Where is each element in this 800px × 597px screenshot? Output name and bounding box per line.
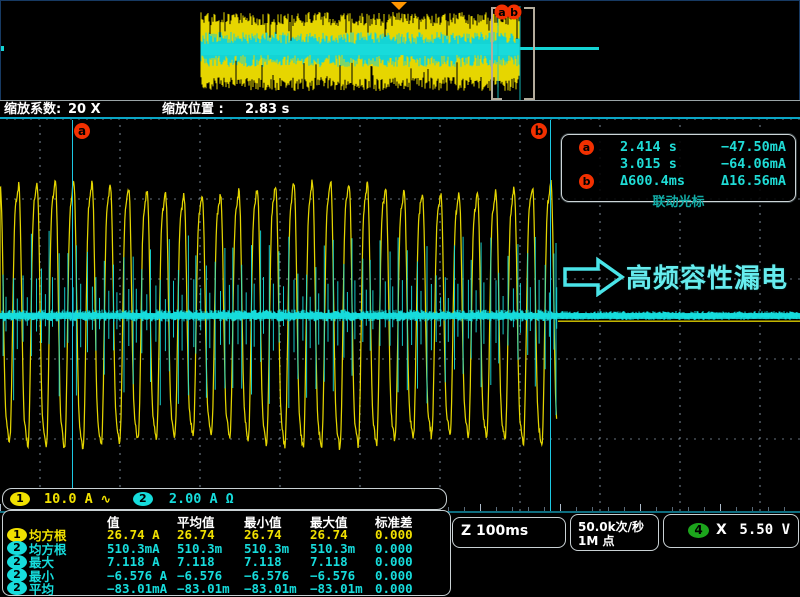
measurement-table: 值 平均值 最小值 最大值 标准差 1 均方根 26.74 A 26.74 26…	[2, 510, 451, 596]
measurement-mean: −83.01m	[177, 581, 244, 596]
measurement-row: 2 平均 −83.01mA −83.01m −83.01m −83.01m 0.…	[3, 579, 450, 592]
ch2-badge[interactable]: 2	[133, 492, 153, 506]
overview-marker-a-label: a	[498, 6, 505, 19]
ch2-scale: 2.00 A	[169, 491, 218, 507]
overview-zoom-window[interactable]: b a	[1, 1, 800, 100]
cursor-b-line[interactable]	[550, 120, 551, 511]
cursor-readout-panel: a 2.414 s −47.50mA 3.015 s −64.06mA b Δ6…	[561, 134, 796, 202]
cursor-b-value: −64.06mA	[721, 156, 786, 172]
cursor-readout-a-badge: a	[579, 140, 594, 155]
trigger-level-value: 5.50 V	[739, 522, 790, 538]
cursor-delta-time: Δ600.4ms	[620, 173, 685, 189]
cursor-readout-b-badge: b	[579, 174, 594, 189]
linked-cursors-label: 联动光标	[562, 191, 795, 210]
cursor-a-line[interactable]	[72, 120, 73, 511]
measurement-channel-badge: 2	[7, 581, 27, 595]
zoom-info-bar: 缩放系数: 20 X 缩放位置 : 2.83 s	[0, 100, 800, 118]
trigger-channel-badge: 4	[688, 523, 709, 538]
measurement-value: −83.01mA	[107, 581, 177, 596]
overview-marker-b-label: b	[510, 6, 518, 19]
zoom-bracket-right	[524, 8, 534, 99]
ch1-scale: 10.0 A	[44, 491, 93, 507]
measurement-max: −83.01m	[310, 581, 375, 596]
overview-panel: b a	[0, 0, 800, 101]
ch1-coupling-icon: ∿	[101, 492, 111, 506]
zoom-bracket-left	[492, 8, 502, 99]
zoom-factor-label: 缩放系数:	[4, 101, 61, 118]
annotation-text: 高频容性漏电	[626, 258, 788, 295]
oscilloscope-screen: b a 缩放系数: 20 X 缩放位置 : 2.83 s a b a 2.414…	[0, 0, 800, 597]
cursor-b-time: 3.015 s	[620, 156, 677, 172]
expand-point-icon	[391, 2, 407, 10]
cursor-a-badge[interactable]: a	[74, 123, 90, 139]
annotation-arrow-icon	[560, 255, 630, 297]
measurement-row: 2 均方根 510.3mA 510.3m 510.3m 510.3m 0.000	[3, 539, 450, 552]
horizontal-scale-value: Z 100ms	[461, 523, 528, 539]
measurement-row: 2 最大 7.118 A 7.118 7.118 7.118 0.000	[3, 552, 450, 565]
zoom-position-value: 2.83 s	[245, 101, 289, 118]
measurement-stddev: 0.000	[375, 581, 450, 596]
measurement-min: −83.01m	[244, 581, 310, 596]
cursor-delta-value: Δ16.56mA	[721, 173, 786, 189]
record-length: 1M 点	[578, 532, 614, 549]
acquisition-box[interactable]: 50.0k次/秒 1M 点	[570, 514, 659, 551]
measurement-row: 2 最小 −6.576 A −6.576 −6.576 −6.576 0.000	[3, 566, 450, 579]
cursor-a-value: −47.50mA	[721, 139, 786, 155]
ch1-badge[interactable]: 1	[10, 492, 30, 506]
measurement-label: 平均	[29, 579, 54, 596]
channel-settings-bar[interactable]: 1 10.0 A ∿ 2 2.00 A Ω	[2, 488, 447, 510]
horizontal-scale-box[interactable]: Z 100ms	[452, 517, 566, 548]
ch2-impedance-icon: Ω	[226, 491, 234, 507]
measurement-row: 1 均方根 26.74 A 26.74 26.74 26.74 0.000	[3, 525, 450, 538]
trigger-box[interactable]: 4 X 5.50 V	[663, 514, 799, 548]
zoom-factor-value: 20 X	[68, 101, 101, 118]
zoom-position-label: 缩放位置 :	[162, 101, 224, 118]
cursor-b-badge[interactable]: b	[531, 123, 547, 139]
trigger-slope-icon: X	[716, 522, 727, 538]
cursor-a-time: 2.414 s	[620, 139, 677, 155]
